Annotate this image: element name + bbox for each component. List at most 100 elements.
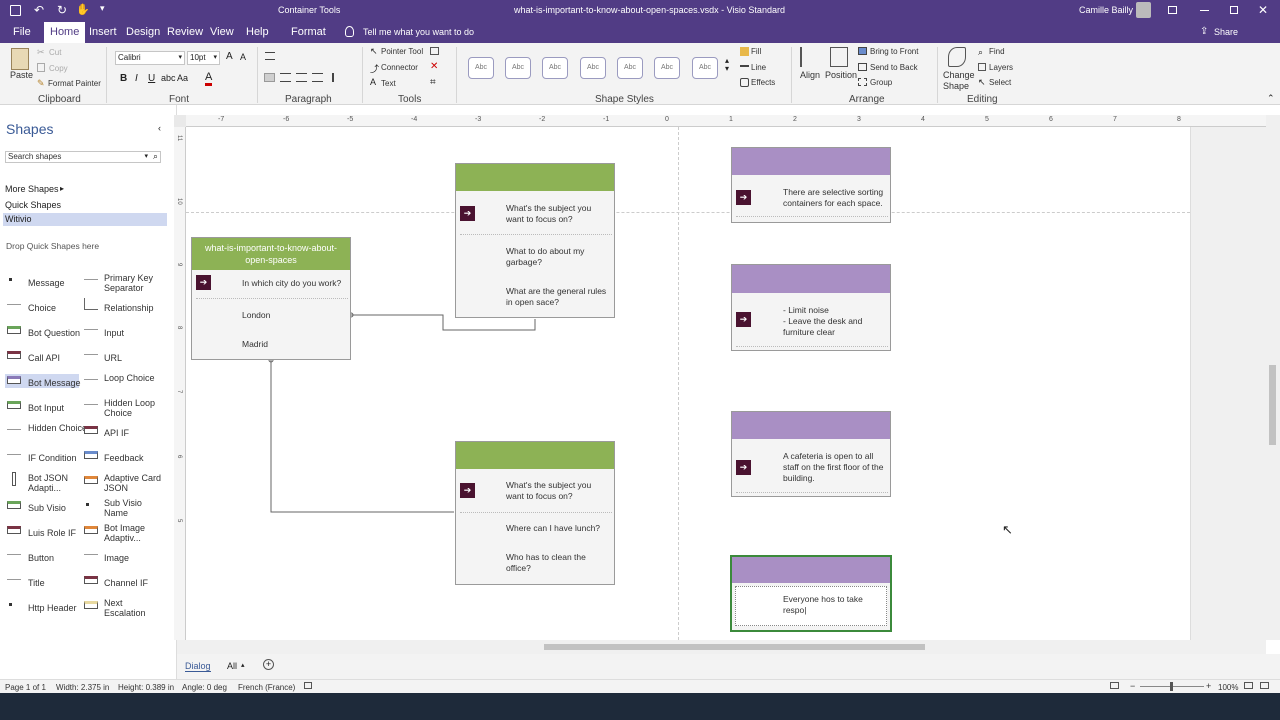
font-color-icon[interactable]: A — [205, 71, 213, 86]
find-icon[interactable]: ⌕ — [978, 47, 983, 58]
shape-item-next-escalation[interactable]: Next Escalation — [104, 598, 166, 618]
shape-item-title[interactable]: Title — [28, 578, 90, 588]
shape-item-input[interactable]: Input — [104, 328, 166, 338]
zoom-out-icon[interactable]: − — [1130, 681, 1135, 691]
shape-item-sub-visio[interactable]: Sub Visio — [28, 503, 90, 513]
change-shape-button[interactable]: Change Shape — [943, 70, 975, 92]
option-madrid[interactable]: Madrid — [242, 339, 268, 350]
tab-review[interactable]: Review — [161, 22, 209, 43]
send-to-back-button[interactable]: Send to Back — [870, 63, 918, 72]
shrink-font-icon[interactable]: A — [240, 52, 246, 62]
main-question-card[interactable]: what-is-important-to-know-about-open-spa… — [191, 237, 351, 360]
shape-item-feedback[interactable]: Feedback — [104, 453, 166, 463]
close-icon[interactable]: ✕ — [1258, 3, 1268, 17]
avatar[interactable] — [1136, 2, 1151, 18]
shape-style-3[interactable]: Abc — [542, 57, 568, 79]
london-question-card[interactable]: ➔ What's the subject you want to focus o… — [455, 163, 615, 318]
more-shapes-link[interactable]: More Shapes — [5, 184, 59, 194]
save-icon[interactable] — [10, 5, 21, 16]
stencil-witivio[interactable]: Witivio — [3, 213, 167, 226]
shape-item-bot-json-adapti[interactable]: Bot JSON Adapti... — [28, 473, 90, 493]
shape-item-hidden-choice[interactable]: Hidden Choice — [28, 423, 90, 433]
answer-text-editing[interactable]: Everyone hos to take respo| — [783, 594, 873, 616]
text-button[interactable]: Text — [381, 79, 396, 88]
connector-button[interactable]: Connector — [381, 63, 418, 72]
shape-style-2[interactable]: Abc — [505, 57, 531, 79]
vertical-scrollbar[interactable] — [1266, 115, 1280, 640]
ribbon-display-icon[interactable] — [1168, 6, 1177, 14]
drawing-canvas[interactable]: what-is-important-to-know-about-open-spa… — [186, 127, 1266, 640]
answer-card-cafeteria[interactable]: ➔ A cafeteria is open to all staff on th… — [731, 411, 891, 497]
page-indicator[interactable]: Page 1 of 1 — [5, 683, 46, 692]
effects-button[interactable]: Effects — [751, 78, 775, 87]
select-icon[interactable]: ↖ — [978, 77, 986, 88]
scroll-thumb[interactable] — [1269, 365, 1276, 445]
add-page-icon[interactable]: + — [263, 659, 274, 670]
align-left-icon[interactable] — [264, 73, 275, 82]
pointer-icon[interactable]: ↖ — [370, 46, 378, 57]
bring-front-icon[interactable] — [858, 47, 867, 55]
align-top-icon[interactable] — [265, 52, 275, 60]
format-painter-icon[interactable]: ✎ — [37, 78, 45, 89]
close-icon[interactable]: ✕ — [430, 61, 438, 72]
shape-item-hidden-loop-choice[interactable]: Hidden Loop Choice — [104, 398, 166, 418]
option-london[interactable]: London — [242, 310, 270, 321]
shape-style-7[interactable]: Abc — [692, 57, 718, 79]
tab-design[interactable]: Design — [120, 22, 166, 43]
shape-style-4[interactable]: Abc — [580, 57, 606, 79]
answer-card-rules[interactable]: ➔ - Limit noise - Leave the desk and fur… — [731, 264, 891, 351]
user-name[interactable]: Camille Bailly — [1079, 5, 1133, 15]
option-lunch[interactable]: Where can I have lunch? — [506, 523, 606, 534]
tab-format[interactable]: Format — [285, 22, 332, 43]
change-case-icon[interactable]: Aa — [177, 73, 188, 83]
shape-item-loop-choice[interactable]: Loop Choice — [104, 373, 166, 383]
group-button[interactable]: Group — [870, 78, 892, 87]
bold-icon[interactable]: B — [120, 73, 127, 84]
strikethrough-icon[interactable]: abc — [161, 73, 176, 83]
language-indicator[interactable]: French (France) — [238, 683, 295, 692]
connection-point-icon[interactable]: ⌗ — [430, 77, 436, 88]
align-button[interactable]: Align — [800, 70, 820, 80]
share-button[interactable]: Share — [1214, 27, 1238, 37]
italic-icon[interactable]: I — [135, 73, 138, 84]
shape-item-message[interactable]: Message — [28, 278, 90, 288]
shape-item-url[interactable]: URL — [104, 353, 166, 363]
paste-button[interactable]: Paste — [10, 70, 33, 80]
shape-item-relationship[interactable]: Relationship — [104, 303, 166, 313]
page-tab-dialog[interactable]: Dialog — [185, 661, 211, 672]
search-icon[interactable]: ⌕ — [153, 151, 158, 162]
option-garbage[interactable]: What to do about my garbage? — [506, 246, 606, 268]
shape-item-channel-if[interactable]: Channel IF — [104, 578, 166, 588]
zoom-level[interactable]: 100% — [1218, 683, 1238, 692]
share-icon[interactable]: ⇪ — [1200, 26, 1208, 37]
position-icon[interactable] — [830, 47, 848, 67]
line-button[interactable]: Line — [751, 63, 766, 72]
zoom-slider-thumb[interactable] — [1170, 682, 1173, 691]
underline-icon[interactable]: U — [148, 73, 155, 84]
zoom-slider[interactable] — [1140, 682, 1204, 691]
fit-page-icon[interactable] — [1110, 682, 1119, 689]
page-tab-all[interactable]: All — [227, 661, 237, 671]
shape-item-bot-image-adaptiv[interactable]: Bot Image Adaptiv... — [104, 523, 166, 543]
shape-item-adaptive-card-json[interactable]: Adaptive Card JSON — [104, 473, 166, 493]
layers-icon[interactable] — [978, 63, 986, 71]
shape-item-luis-role-if[interactable]: Luis Role IF — [28, 528, 90, 538]
shape-item-image[interactable]: Image — [104, 553, 166, 563]
fill-icon[interactable] — [740, 47, 749, 56]
switch-windows-icon[interactable] — [1260, 682, 1269, 689]
align-right-icon[interactable] — [296, 73, 307, 82]
align-shapes-icon[interactable] — [800, 47, 818, 67]
scroll-thumb[interactable] — [544, 644, 925, 650]
text-edit-box[interactable]: Everyone hos to take respo| — [735, 586, 887, 626]
cut-button[interactable]: Cut — [49, 48, 61, 57]
gallery-scroll-icon[interactable]: ▴ ▾ — [725, 57, 729, 73]
shape-item-call-api[interactable]: Call API — [28, 353, 90, 363]
collapse-pane-icon[interactable]: ‹ — [158, 123, 161, 133]
line-icon[interactable] — [740, 65, 749, 67]
shape-item-bot-input[interactable]: Bot Input — [28, 403, 90, 413]
zoom-in-icon[interactable]: + — [1206, 681, 1211, 691]
fit-window-icon[interactable] — [1244, 682, 1253, 689]
horizontal-scrollbar[interactable] — [177, 640, 1266, 654]
tab-file[interactable]: File — [7, 22, 37, 43]
font-name-select[interactable]: Calibri ▾ — [115, 51, 185, 65]
